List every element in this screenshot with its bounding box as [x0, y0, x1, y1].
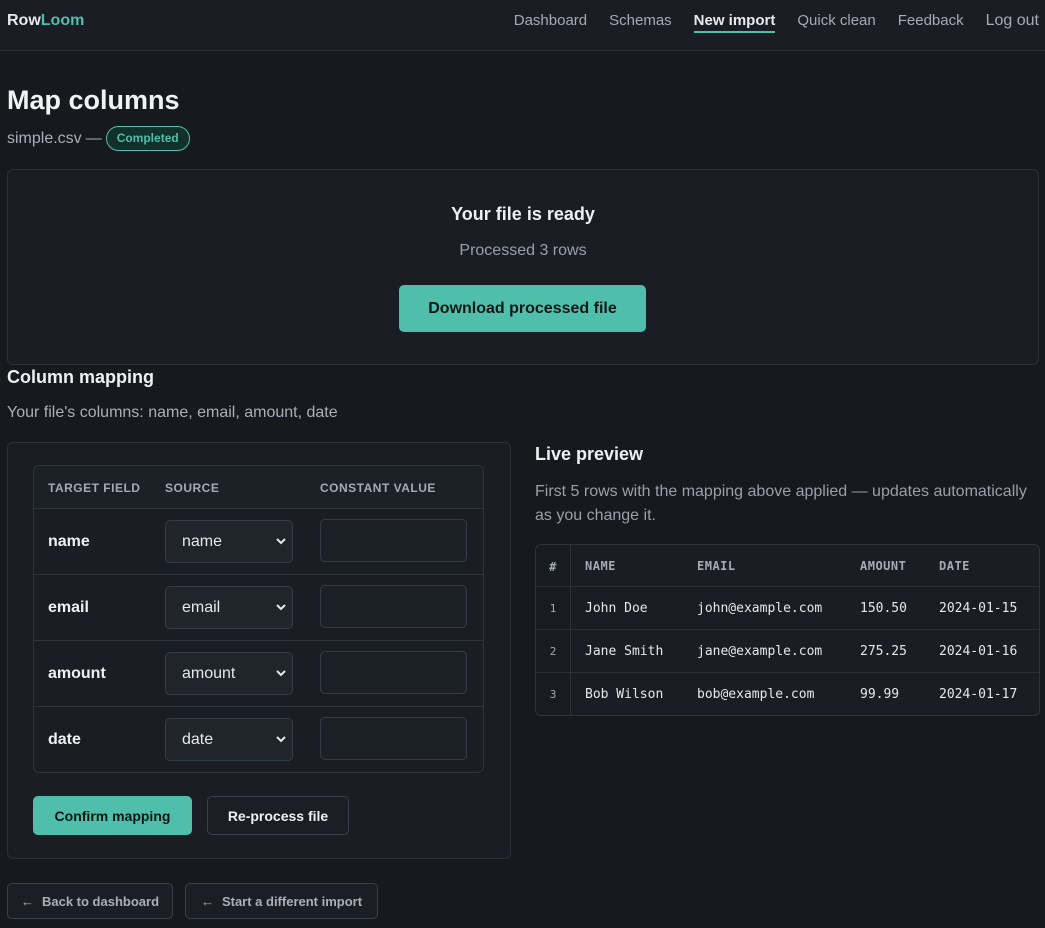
source-select-date[interactable]: date	[165, 718, 293, 761]
column-mapping-title: Column mapping	[7, 367, 154, 387]
ready-title: Your file is ready	[451, 204, 595, 224]
cell-name: John Doe	[585, 601, 648, 616]
arrow-left-icon: ←	[20, 893, 34, 909]
source-select-value: name	[182, 533, 223, 550]
cell-amount: 99.99	[860, 687, 900, 702]
cell-email: bob@example.com	[697, 687, 815, 702]
cell-name: Bob Wilson	[585, 687, 664, 702]
arrow-left-icon: ←	[200, 893, 214, 909]
mapping-row-amount: amount amount	[34, 641, 483, 707]
header-amount: AMOUNT	[860, 559, 907, 573]
cell-email: john@example.com	[697, 601, 823, 616]
row-number: 3	[549, 688, 557, 701]
header-constant-value: CONSTANT VALUE	[320, 481, 436, 495]
table-row: 1 John Doe john@example.com 150.50 2024-…	[536, 587, 1039, 630]
mapping-table: TARGET FIELD SOURCE CONSTANT VALUE name …	[33, 465, 484, 773]
file-ready-card: Your file is ready Processed 3 rows Down…	[7, 169, 1039, 365]
mapping-row-email: email email	[34, 575, 483, 641]
mapping-row-date: date date	[34, 707, 483, 772]
header-email: EMAIL	[697, 559, 736, 573]
file-subline: simple.csv — Completed	[7, 126, 190, 151]
nav-new-import[interactable]: New import	[693, 12, 776, 33]
nav-quick-clean[interactable]: Quick clean	[797, 12, 875, 33]
separator-dash: —	[85, 129, 102, 147]
back-to-dashboard-button[interactable]: ← Back to dashboard	[7, 883, 173, 919]
constant-value-input-date[interactable]	[320, 717, 467, 760]
source-select-amount[interactable]: amount	[165, 652, 293, 695]
cell-date: 2024-01-15	[939, 601, 1018, 616]
file-name: simple.csv	[7, 129, 82, 147]
header-target-field: TARGET FIELD	[48, 481, 141, 495]
brand-part-1: Row	[7, 12, 41, 29]
brand-part-2: Loom	[40, 12, 85, 29]
cell-name: Jane Smith	[585, 644, 664, 659]
live-preview-title: Live preview	[535, 444, 644, 464]
target-field-label: email	[48, 599, 89, 616]
live-preview-description: First 5 rows with the mapping above appl…	[535, 483, 1027, 524]
nav-logout[interactable]: Log out	[986, 12, 1039, 33]
cell-email: jane@example.com	[697, 644, 823, 659]
source-select-value: date	[182, 731, 214, 748]
confirm-mapping-button[interactable]: Confirm mapping	[33, 796, 192, 835]
target-field-label: amount	[48, 665, 106, 682]
start-different-import-button[interactable]: ← Start a different import	[185, 883, 378, 919]
constant-value-input-name[interactable]	[320, 519, 467, 562]
preview-table: # NAME EMAIL AMOUNT DATE 1 John Doe john…	[535, 544, 1040, 716]
start-different-import-label: Start a different import	[221, 893, 363, 909]
chevron-down-icon	[276, 538, 286, 545]
chevron-down-icon	[276, 604, 286, 611]
mapping-row-name: name name	[34, 509, 483, 575]
target-field-label: date	[48, 731, 81, 748]
status-badge: Completed	[105, 126, 190, 151]
nav-schemas[interactable]: Schemas	[609, 12, 672, 33]
table-row: 3 Bob Wilson bob@example.com 99.99 2024-…	[536, 673, 1039, 715]
column-mapping-subtitle: Your file's columns: name, email, amount…	[7, 404, 338, 421]
header-name: NAME	[585, 559, 616, 573]
header-row-number: #	[549, 560, 557, 574]
chevron-down-icon	[276, 670, 286, 677]
source-select-email[interactable]: email	[165, 586, 293, 629]
header-source: SOURCE	[165, 481, 220, 495]
mapping-table-header: TARGET FIELD SOURCE CONSTANT VALUE	[34, 466, 483, 509]
main-nav: Dashboard Schemas New import Quick clean…	[514, 12, 1039, 33]
row-number: 1	[549, 602, 557, 615]
reprocess-file-button[interactable]: Re-process file	[207, 796, 349, 835]
target-field-label: name	[48, 533, 90, 550]
constant-value-input-email[interactable]	[320, 585, 467, 628]
constant-value-input-amount[interactable]	[320, 651, 467, 694]
nav-feedback[interactable]: Feedback	[898, 12, 964, 33]
source-select-value: amount	[182, 665, 236, 682]
source-select-name[interactable]: name	[165, 520, 293, 563]
preview-table-header: # NAME EMAIL AMOUNT DATE	[536, 545, 1039, 587]
header-date: DATE	[939, 559, 970, 573]
ready-subtitle: Processed 3 rows	[459, 242, 587, 259]
back-to-dashboard-label: Back to dashboard	[41, 893, 160, 909]
brand-logo[interactable]: RowLoom	[7, 12, 84, 30]
nav-dashboard[interactable]: Dashboard	[514, 12, 587, 33]
download-button[interactable]: Download processed file	[399, 285, 646, 332]
cell-date: 2024-01-17	[939, 687, 1018, 702]
cell-amount: 150.50	[860, 601, 907, 616]
row-number: 2	[549, 645, 557, 658]
mapping-card: TARGET FIELD SOURCE CONSTANT VALUE name …	[7, 442, 511, 859]
top-navbar: RowLoom Dashboard Schemas New import Qui…	[0, 0, 1045, 51]
chevron-down-icon	[276, 736, 286, 743]
cell-date: 2024-01-16	[939, 644, 1018, 659]
cell-amount: 275.25	[860, 644, 907, 659]
page-title: Map columns	[7, 85, 180, 115]
table-row: 2 Jane Smith jane@example.com 275.25 202…	[536, 630, 1039, 673]
source-select-value: email	[182, 599, 221, 616]
